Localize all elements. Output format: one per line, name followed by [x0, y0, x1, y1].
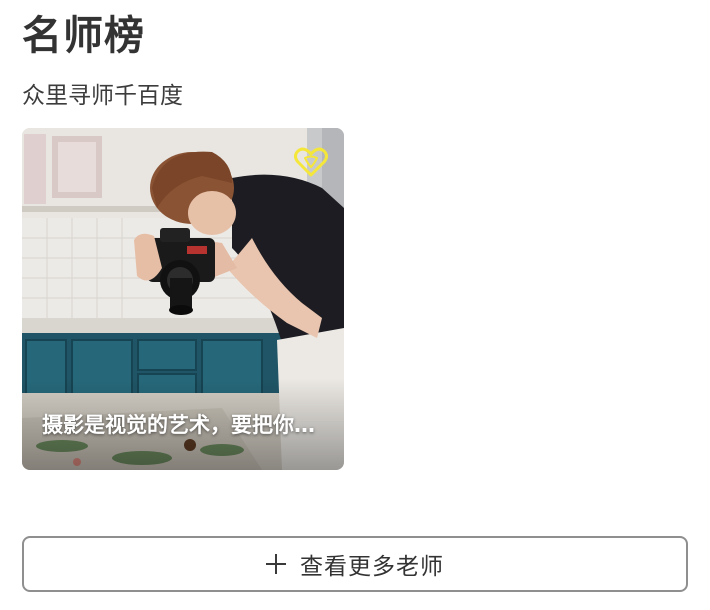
heart-outline-icon — [294, 147, 328, 177]
section-title: 名师榜 — [22, 13, 145, 59]
card-caption: 摄影是视觉的艺术，要把你看到的东西用相机记录下来 — [42, 413, 332, 437]
plus-icon — [266, 554, 286, 574]
favorite-button[interactable] — [294, 146, 328, 178]
view-more-teachers-button[interactable]: 查看更多老师 — [22, 536, 688, 592]
teacher-card[interactable]: 摄影是视觉的艺术，要把你看到的东西用相机记录下来 — [22, 128, 344, 470]
view-more-label: 查看更多老师 — [300, 554, 444, 580]
section-subtitle: 众里寻师千百度 — [22, 83, 183, 109]
